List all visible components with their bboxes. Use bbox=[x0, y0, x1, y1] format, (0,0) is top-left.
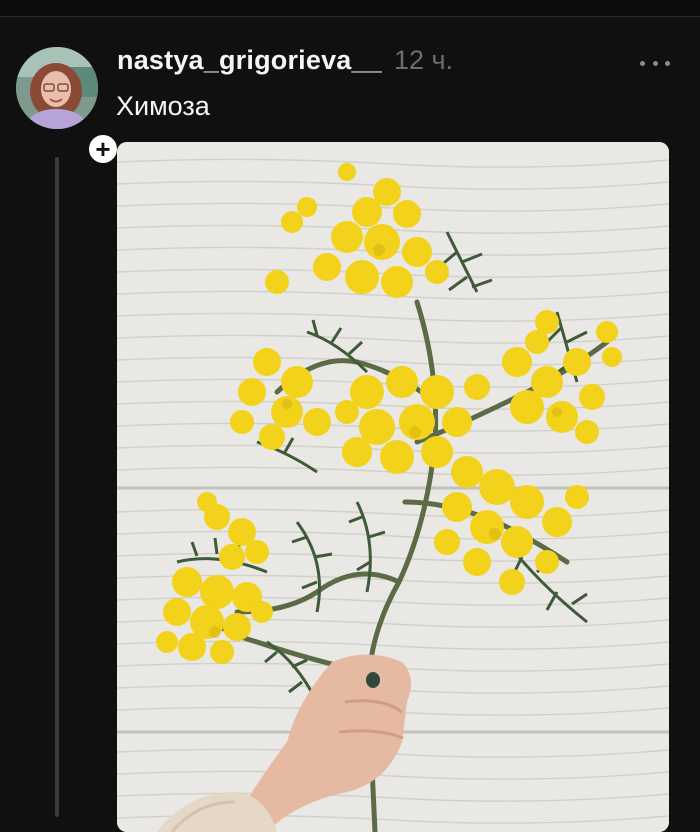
plus-icon: + bbox=[95, 134, 111, 164]
avatar[interactable] bbox=[16, 47, 98, 129]
avatar-container[interactable]: + bbox=[16, 47, 120, 166]
post-caption: Химоза bbox=[116, 91, 210, 121]
more-options-button[interactable] bbox=[640, 55, 670, 71]
thread-line bbox=[55, 157, 59, 817]
post-header: nastya_grigorieva__ 12 ч. bbox=[117, 45, 453, 81]
thread-post: + nastya_grigorieva__ 12 ч. Химоза bbox=[0, 17, 700, 832]
top-divider bbox=[0, 0, 700, 17]
username-link[interactable]: nastya_grigorieva__ bbox=[117, 45, 382, 76]
post-timestamp: 12 ч. bbox=[393, 45, 454, 75]
post-image[interactable] bbox=[117, 142, 669, 832]
follow-button[interactable]: + bbox=[86, 132, 120, 166]
more-horizontal-icon bbox=[640, 60, 670, 66]
